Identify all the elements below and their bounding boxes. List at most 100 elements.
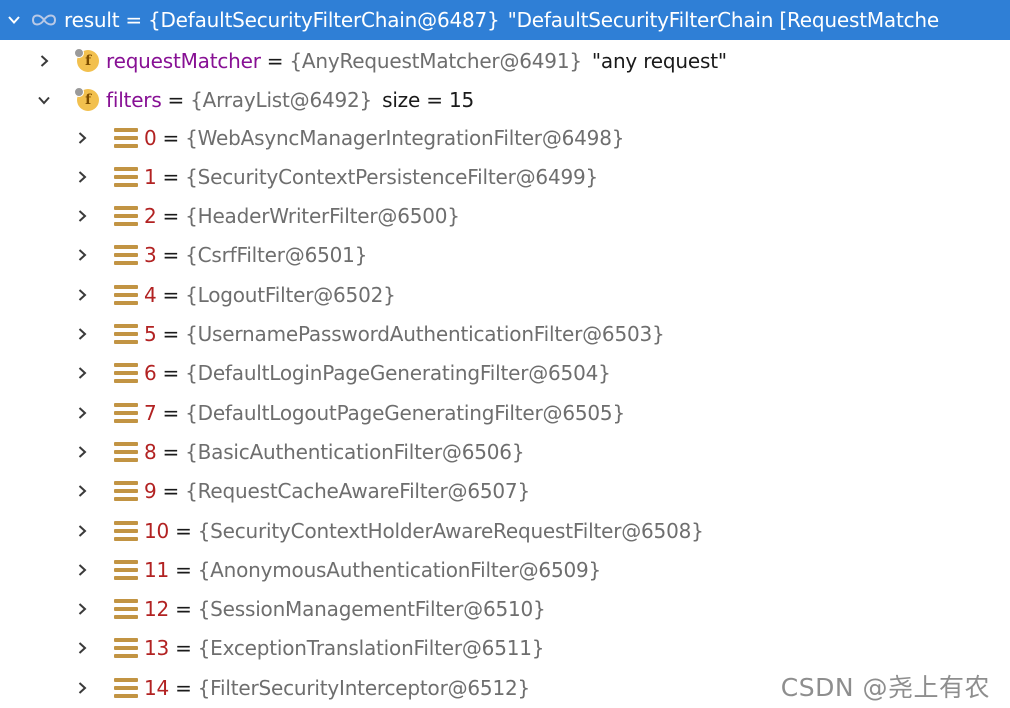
chevron-right-icon[interactable] (74, 130, 90, 146)
list-item[interactable]: 11 = {AnonymousAuthenticationFilter@6509} (0, 550, 1010, 589)
list-element-icon (114, 166, 138, 187)
equals-sign: = (175, 675, 192, 700)
list-item[interactable]: 0 = {WebAsyncManagerIntegrationFilter@6498… (0, 118, 1010, 157)
equals-sign: = (162, 243, 180, 268)
element-index: 8 (144, 439, 157, 464)
list-item[interactable]: 13 = {ExceptionTranslationFilter@6511} (0, 629, 1010, 668)
element-value: {DefaultLogoutPageGeneratingFilter@6505} (185, 400, 625, 425)
equals-sign: = (162, 400, 180, 425)
list-element-icon (114, 599, 138, 620)
element-value: {SessionManagementFilter@6510} (197, 597, 546, 622)
element-value: {WebAsyncManagerIntegrationFilter@6498} (185, 125, 625, 150)
chevron-right-icon[interactable] (74, 640, 90, 656)
chevron-right-icon[interactable] (74, 365, 90, 381)
chevron-right-icon[interactable] (74, 208, 90, 224)
variable-row-result[interactable]: result = {DefaultSecurityFilterChain@648… (0, 0, 1010, 40)
element-value: {SecurityContextPersistenceFilter@6499} (185, 164, 599, 189)
field-value: {ArrayList@6492} (190, 87, 373, 112)
variable-name: result (64, 8, 120, 32)
list-item[interactable]: 2 = {HeaderWriterFilter@6500} (0, 197, 1010, 236)
chevron-right-icon[interactable] (74, 326, 90, 342)
infinity-icon (30, 12, 58, 28)
list-element-icon (114, 481, 138, 502)
variable-row-requestmatcher[interactable]: f requestMatcher = {AnyRequestMatcher@6491}… (0, 41, 1010, 80)
element-index: 6 (144, 361, 157, 386)
variable-value: {DefaultSecurityFilterChain@6487} (147, 8, 500, 32)
field-extra: "any request" (591, 48, 727, 73)
list-element-icon (114, 677, 138, 698)
equals-sign: = (175, 597, 192, 622)
element-value: {HeaderWriterFilter@6500} (185, 204, 460, 229)
chevron-right-icon[interactable] (74, 562, 90, 578)
element-index: 13 (144, 636, 170, 661)
chevron-down-icon[interactable] (36, 92, 52, 108)
chevron-down-icon[interactable] (6, 12, 22, 28)
element-value: {SecurityContextHolderAwareRequestFilter… (197, 518, 704, 543)
chevron-right-icon[interactable] (74, 169, 90, 185)
list-element-icon (114, 520, 138, 541)
equals-sign: = (162, 361, 180, 386)
list-item[interactable]: 7 = {DefaultLogoutPageGeneratingFilter@650… (0, 393, 1010, 432)
field-name: filters (106, 87, 162, 112)
field-icon: f (74, 86, 100, 113)
element-index: 7 (144, 400, 157, 425)
element-value: {DefaultLoginPageGeneratingFilter@6504} (185, 361, 611, 386)
equals-sign: = (175, 636, 192, 661)
equals-sign: = (162, 322, 180, 346)
element-index: 1 (144, 164, 157, 189)
field-name: requestMatcher (106, 48, 261, 73)
field-extra: size = 15 (382, 87, 474, 112)
equals-sign: = (162, 164, 180, 189)
list-item[interactable]: 3 = {CsrfFilter@6501} (0, 236, 1010, 275)
field-value: {AnyRequestMatcher@6491} (289, 48, 582, 73)
element-index: 0 (144, 125, 157, 150)
element-value: {CsrfFilter@6501} (185, 243, 368, 268)
list-element-icon (114, 245, 138, 266)
element-index: 14 (144, 675, 170, 700)
element-index: 4 (144, 282, 157, 307)
equals-sign: = (162, 125, 180, 150)
list-element-icon (114, 638, 138, 659)
element-index: 9 (144, 479, 157, 504)
chevron-right-icon[interactable] (74, 680, 90, 696)
list-item[interactable]: 9 = {RequestCacheAwareFilter@6507} (0, 472, 1010, 511)
equals-sign: = (175, 557, 192, 582)
element-index: 2 (144, 204, 157, 229)
list-item[interactable]: 5 = {UsernamePasswordAuthenticationFilter@… (0, 315, 1010, 354)
equals-sign: = (266, 48, 284, 73)
equals-sign: = (162, 204, 180, 229)
chevron-right-icon[interactable] (74, 247, 90, 263)
list-item[interactable]: 12 = {SessionManagementFilter@6510} (0, 590, 1010, 629)
list-element-icon (114, 441, 138, 462)
element-index: 10 (144, 518, 170, 543)
list-element-icon (114, 284, 138, 305)
chevron-right-icon[interactable] (74, 405, 90, 421)
chevron-right-icon[interactable] (74, 523, 90, 539)
element-value: {FilterSecurityInterceptor@6512} (197, 675, 531, 700)
list-element-icon (114, 324, 138, 344)
variable-row-filters[interactable]: f filters = {ArrayList@6492} size = 15 (0, 80, 1010, 119)
debugger-variables-tree: result = {DefaultSecurityFilterChain@648… (0, 0, 1010, 708)
list-element-icon (114, 127, 138, 148)
element-value: {RequestCacheAwareFilter@6507} (185, 479, 530, 504)
chevron-right-icon[interactable] (74, 483, 90, 499)
element-index: 12 (144, 597, 170, 622)
list-item[interactable]: 10 = {SecurityContextHolderAwareRequestFil… (0, 511, 1010, 550)
chevron-right-icon[interactable] (36, 53, 52, 69)
list-item[interactable]: 8 = {BasicAuthenticationFilter@6506} (0, 432, 1010, 471)
element-index: 5 (144, 322, 157, 346)
element-index: 3 (144, 243, 157, 268)
element-value: {LogoutFilter@6502} (185, 282, 396, 307)
chevron-right-icon[interactable] (74, 601, 90, 617)
element-value: {ExceptionTranslationFilter@6511} (197, 636, 545, 661)
list-item[interactable]: 6 = {DefaultLoginPageGeneratingFilter@6504… (0, 354, 1010, 393)
list-item[interactable]: 4 = {LogoutFilter@6502} (0, 275, 1010, 314)
list-element-icon (114, 559, 138, 580)
field-icon: f (74, 47, 100, 74)
list-item[interactable]: 1 = {SecurityContextPersistenceFilter@6499… (0, 157, 1010, 196)
equals-sign: = (162, 479, 180, 504)
element-value: {AnonymousAuthenticationFilter@6509} (197, 557, 602, 582)
chevron-right-icon[interactable] (74, 444, 90, 460)
chevron-right-icon[interactable] (74, 287, 90, 303)
watermark: CSDN @尧上有农 (780, 673, 990, 702)
